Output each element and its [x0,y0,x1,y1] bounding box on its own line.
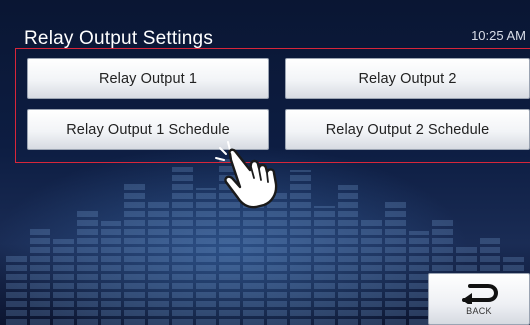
relay-output-settings-screen: Relay Output Settings 10:25 AM Relay Out… [0,0,530,325]
relay-output-2-schedule-button[interactable]: Relay Output 2 Schedule [285,109,530,150]
relay-output-2-button[interactable]: Relay Output 2 [285,58,530,99]
back-label: BACK [466,306,492,316]
relay-output-1-button[interactable]: Relay Output 1 [27,58,269,99]
pointing-hand-icon [215,141,278,209]
return-arrow-icon [462,284,499,304]
page-title: Relay Output Settings [24,28,214,49]
clock: 10:25 AM [471,28,526,43]
back-button[interactable]: BACK [428,273,530,325]
